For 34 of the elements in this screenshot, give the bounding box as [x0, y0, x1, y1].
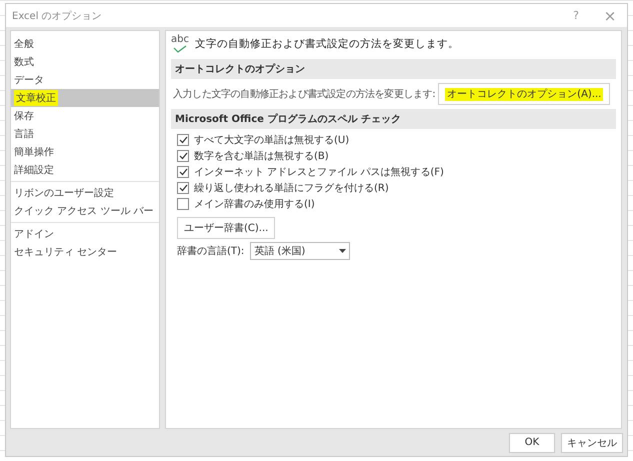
sidebar-item[interactable]: 全般 — [11, 35, 159, 53]
caret-icon — [339, 249, 346, 253]
checkbox-label: 繰り返し使われる単語にフラグを付ける(R) — [194, 182, 389, 194]
checkbox-label: すべて大文字の単語は無視する(U) — [194, 134, 350, 146]
section-heading: オートコレクトのオプション — [171, 59, 616, 79]
description-text: 入力した文字の自動修正および書式設定の方法を変更します: — [173, 88, 436, 101]
sidebar-item[interactable]: 詳細設定 — [11, 161, 159, 179]
language-dropdown[interactable]: 英語 (米国) — [250, 242, 350, 260]
sidebar-item[interactable]: クイック アクセス ツール バー — [11, 202, 159, 220]
checkbox-label: 数字を含む単語は無視する(B) — [194, 150, 329, 162]
section-heading: Microsoft Office プログラムのスペル チェック — [171, 109, 616, 129]
checkbox[interactable] — [177, 150, 189, 162]
dialog-button[interactable]: キャンセル — [561, 432, 623, 452]
header-text: 文字の自動修正および書式設定の方法を変更します。 — [194, 37, 459, 51]
sidebar-item[interactable]: データ — [11, 71, 159, 89]
checkbox-label: インターネット アドレスとファイル パスは無視する(F) — [194, 166, 444, 178]
sidebar-item[interactable]: 数式 — [11, 53, 159, 71]
sidebar-item[interactable]: 言語 — [11, 125, 159, 143]
checkbox[interactable] — [177, 134, 189, 146]
sidebar-item[interactable]: セキュリティ センター — [11, 243, 159, 261]
language-label: 辞書の言語(T): — [177, 244, 244, 258]
sidebar-item[interactable]: 文章校正 — [11, 89, 159, 107]
user-dictionary-button[interactable]: ユーザー辞書(C)... — [177, 217, 276, 239]
sidebar-item[interactable]: 保存 — [11, 107, 159, 125]
checkbox[interactable] — [177, 182, 189, 194]
sidebar-item[interactable]: リボンのユーザー設定 — [11, 184, 159, 202]
sidebar-item[interactable]: アドイン — [11, 225, 159, 243]
dialog-button[interactable]: OK — [509, 432, 555, 452]
checkbox[interactable] — [177, 166, 189, 178]
autocorrect-options-button[interactable]: オートコレクトのオプション(A)... — [438, 83, 610, 105]
window-title: Excel のオプション — [12, 10, 103, 22]
sidebar-item[interactable]: 簡単操作 — [11, 143, 159, 161]
checkbox-label: メイン辞書のみ使用する(I) — [194, 198, 315, 210]
checkbox[interactable] — [177, 198, 189, 210]
